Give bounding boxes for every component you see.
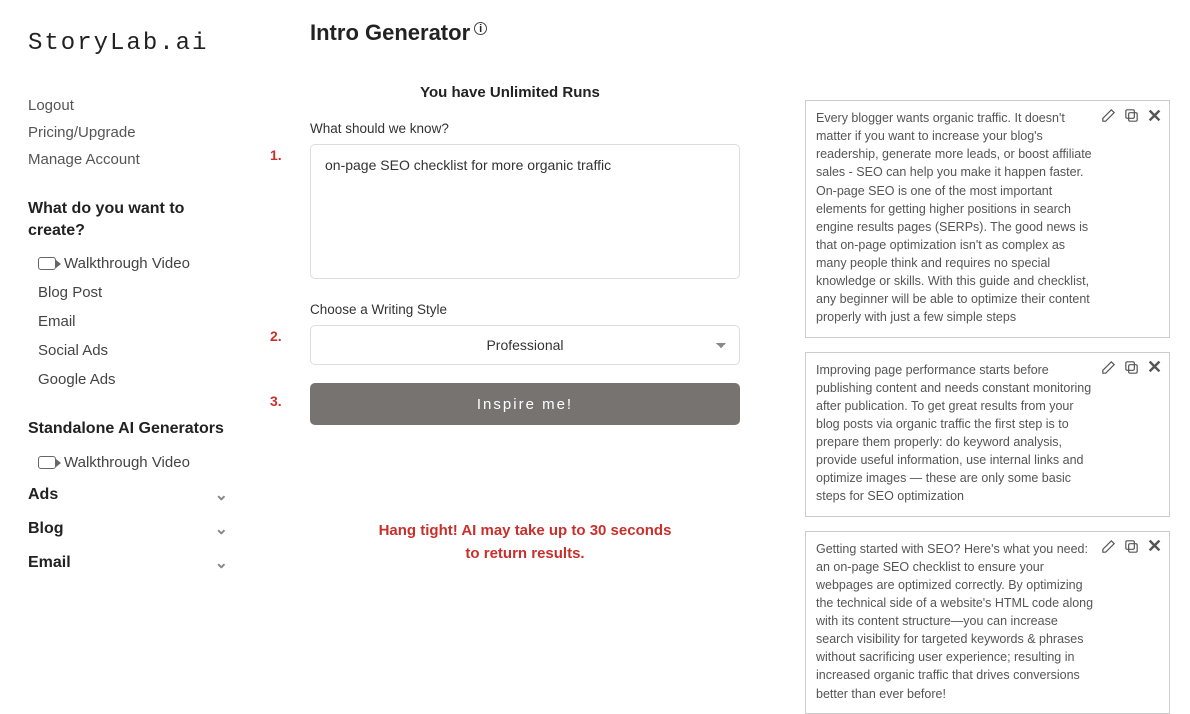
brand-logo: StoryLab.ai (28, 30, 228, 57)
sidebar-category-label: Ads (28, 486, 58, 504)
sidebar-link-account[interactable]: Manage Account (28, 151, 228, 168)
step-number-3: 3. (270, 383, 310, 409)
result-text: Every blogger wants organic traffic. It … (816, 109, 1159, 327)
result-card: ✕ Every blogger wants organic traffic. I… (805, 100, 1170, 338)
inspire-button[interactable]: Inspire me! (310, 383, 740, 425)
writing-style-select[interactable]: Professional (310, 325, 740, 365)
runs-remaining: You have Unlimited Runs (310, 84, 710, 101)
sidebar-header-create: What do you want to create? (28, 198, 228, 241)
sidebar-category-label: Email (28, 554, 71, 572)
sidebar-link-pricing[interactable]: Pricing/Upgrade (28, 124, 228, 141)
sidebar-item-walkthrough-1[interactable]: Walkthrough Video (28, 255, 228, 272)
chevron-down-icon: ⌄ (215, 519, 228, 539)
copy-icon[interactable] (1123, 538, 1140, 555)
step-number-1: 1. (270, 121, 310, 163)
result-text: Improving page performance starts before… (816, 361, 1159, 506)
step-number-2: 2. (270, 302, 310, 344)
copy-icon[interactable] (1123, 107, 1140, 124)
sidebar-item-blog-post[interactable]: Blog Post (28, 284, 228, 301)
result-card: ✕ Getting started with SEO? Here's what … (805, 531, 1170, 714)
sidebar-item-walkthrough-2[interactable]: Walkthrough Video (28, 454, 228, 471)
info-icon[interactable]: i (474, 22, 487, 35)
topic-input[interactable] (310, 144, 740, 279)
sidebar-category-label: Blog (28, 520, 64, 538)
sidebar-category-email[interactable]: Email ⌄ (28, 553, 228, 573)
edit-icon[interactable] (1100, 107, 1117, 124)
style-label: Choose a Writing Style (310, 302, 740, 317)
sidebar-item-google-ads[interactable]: Google Ads (28, 371, 228, 388)
page-title-text: Intro Generator (310, 20, 470, 46)
sidebar-category-blog[interactable]: Blog ⌄ (28, 519, 228, 539)
sidebar: StoryLab.ai Logout Pricing/Upgrade Manag… (0, 0, 250, 576)
loading-message: Hang tight! AI may take up to 30 seconds… (310, 520, 740, 565)
sidebar-item-label: Walkthrough Video (64, 255, 190, 272)
sidebar-item-label: Walkthrough Video (64, 454, 190, 471)
video-icon (38, 257, 56, 270)
loading-line1: Hang tight! AI may take up to 30 seconds (310, 520, 740, 543)
edit-icon[interactable] (1100, 538, 1117, 555)
loading-line2: to return results. (310, 543, 740, 566)
sidebar-header-standalone: Standalone AI Generators (28, 418, 228, 440)
main-content: Intro Generator i You have Unlimited Run… (250, 0, 1190, 576)
results-column: ✕ Every blogger wants organic traffic. I… (805, 100, 1170, 714)
input-label: What should we know? (310, 121, 740, 136)
sidebar-item-label: Google Ads (38, 371, 116, 388)
video-icon (38, 456, 56, 469)
chevron-down-icon: ⌄ (215, 553, 228, 573)
sidebar-link-logout[interactable]: Logout (28, 97, 228, 114)
form-area: You have Unlimited Runs 1. What should w… (310, 84, 740, 565)
sidebar-item-label: Blog Post (38, 284, 102, 301)
sidebar-category-ads[interactable]: Ads ⌄ (28, 485, 228, 505)
sidebar-item-email[interactable]: Email (28, 313, 228, 330)
chevron-down-icon: ⌄ (215, 485, 228, 505)
copy-icon[interactable] (1123, 359, 1140, 376)
sidebar-item-label: Email (38, 313, 76, 330)
result-card: ✕ Improving page performance starts befo… (805, 352, 1170, 517)
close-icon[interactable]: ✕ (1146, 538, 1163, 555)
close-icon[interactable]: ✕ (1146, 107, 1163, 124)
result-text: Getting started with SEO? Here's what yo… (816, 540, 1159, 703)
close-icon[interactable]: ✕ (1146, 359, 1163, 376)
page-title: Intro Generator i (310, 20, 1170, 46)
edit-icon[interactable] (1100, 359, 1117, 376)
sidebar-item-label: Social Ads (38, 342, 108, 359)
sidebar-item-social-ads[interactable]: Social Ads (28, 342, 228, 359)
